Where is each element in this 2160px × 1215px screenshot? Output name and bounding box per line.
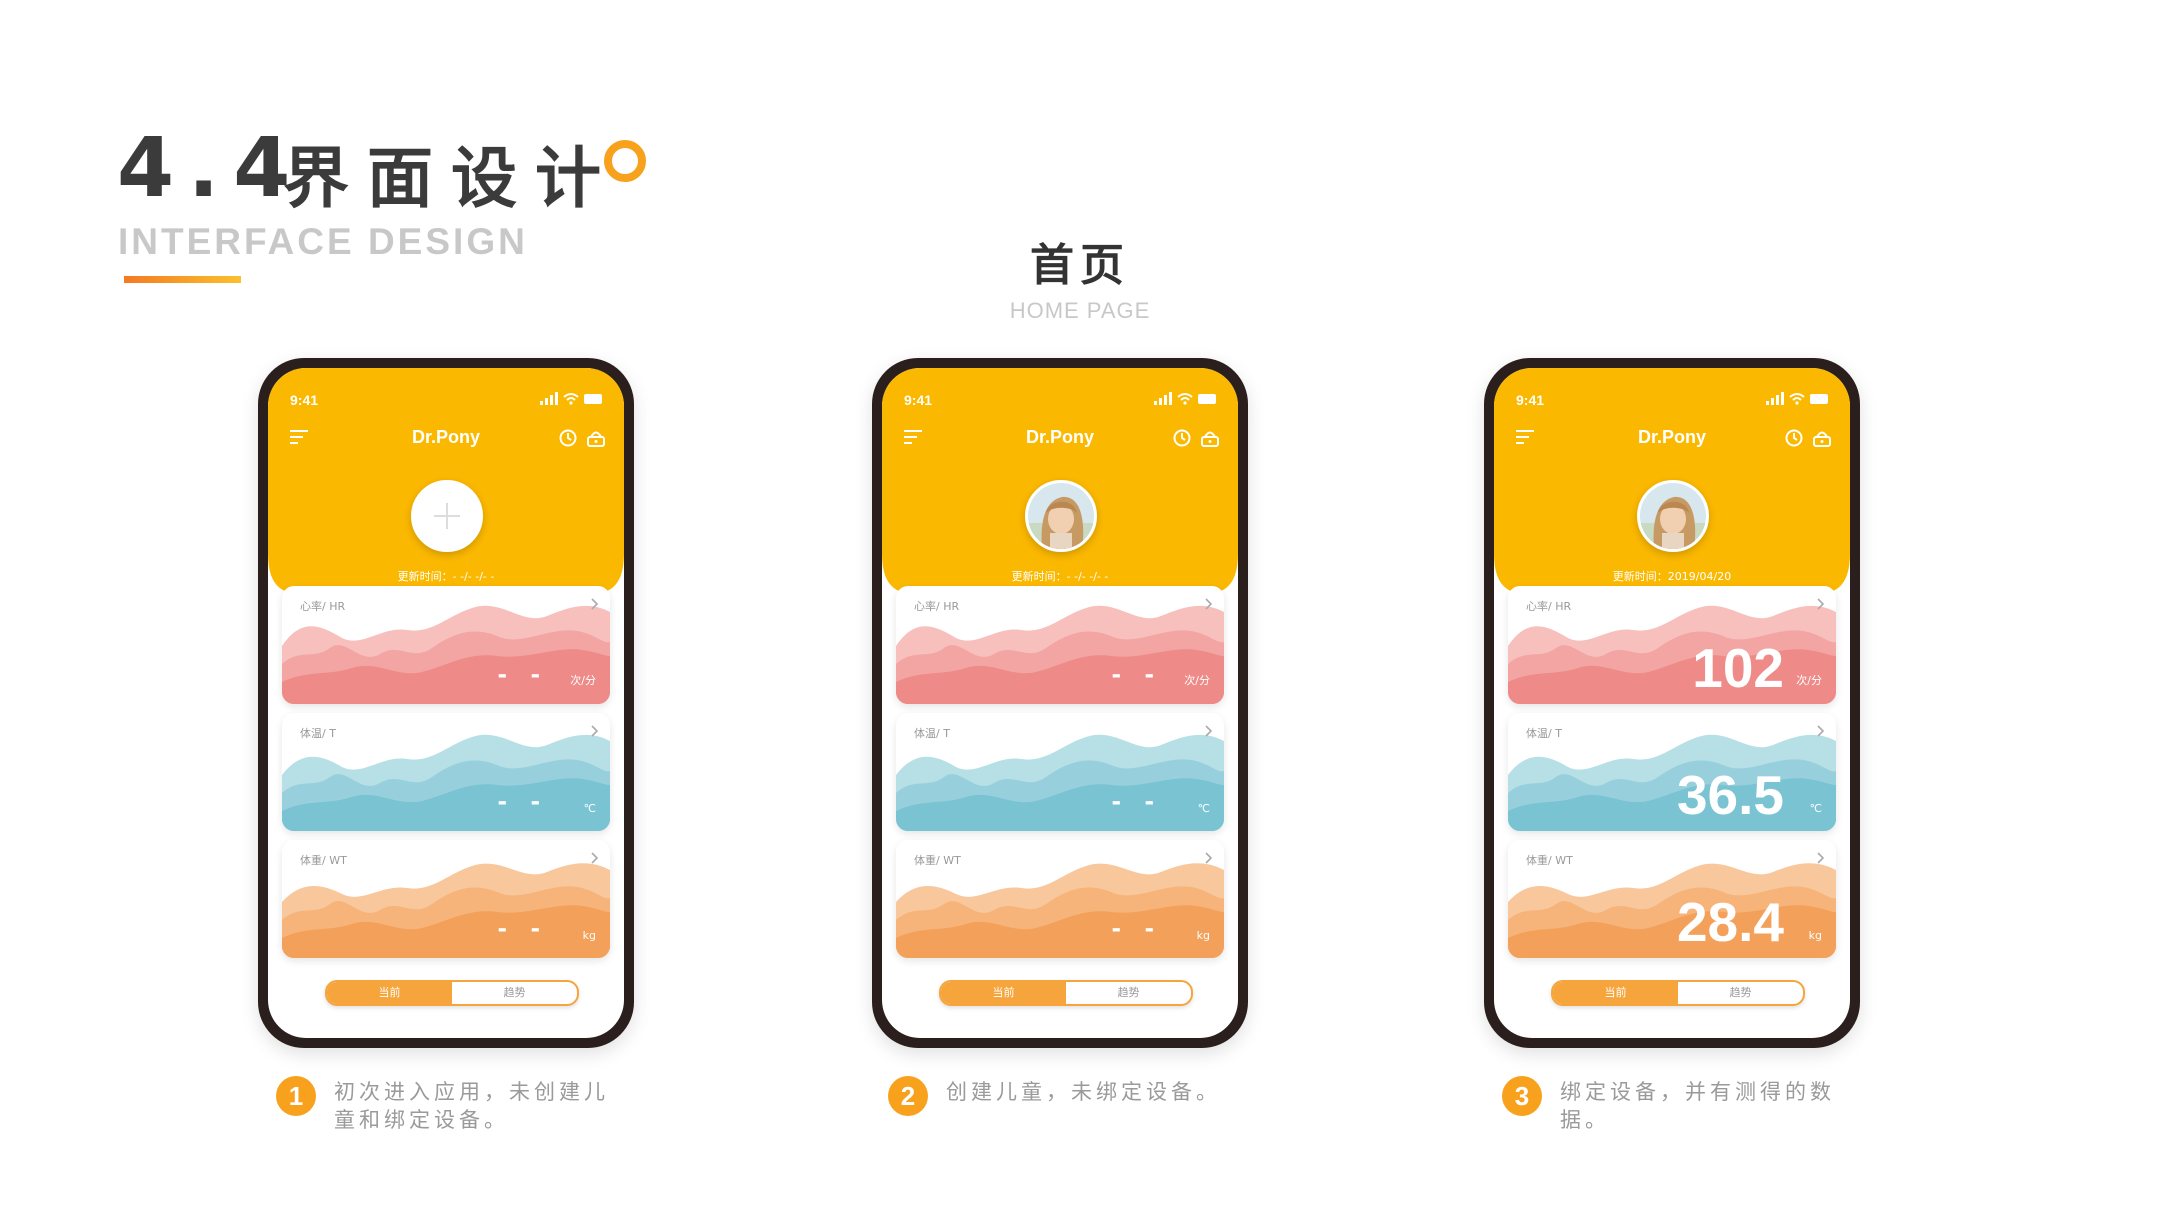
phone-screen: 9:41 Dr.Pony 更新时间：- -/- -/- - 心率/ HR - -… [268, 368, 624, 1038]
phone-mockup-3: 9:41 Dr.Pony 更新时间：2019/04/20 心率/ HR 102 … [1484, 358, 1860, 1048]
chevron-right-icon [591, 725, 599, 737]
heart-rate-label: 心率/ HR [1526, 600, 1572, 613]
chevron-right-icon [1817, 598, 1825, 610]
child-photo [1028, 483, 1094, 549]
phone-screen: 9:41 Dr.Pony 更新时间：- -/- -/- - 心率/ HR - -… [882, 368, 1238, 1038]
step-number-badge: 2 [888, 1076, 928, 1116]
update-time-label: 更新时间： [397, 570, 453, 583]
weight-value: - - [497, 912, 548, 943]
update-time: 更新时间：2019/04/20 [1494, 568, 1850, 584]
history-icon[interactable] [1172, 428, 1192, 448]
child-photo [1640, 483, 1706, 549]
heart-rate-value: - - [497, 658, 548, 689]
status-time: 9:41 [904, 392, 933, 408]
status-bar-icons [1154, 392, 1216, 405]
temperature-value: - - [497, 785, 548, 816]
weight-card[interactable]: 体重/ WT 28.4 kg [1508, 840, 1836, 958]
device-icon[interactable] [1200, 428, 1220, 448]
chevron-right-icon [1817, 852, 1825, 864]
step-description: 绑定设备，并有测得的数据。 [1560, 1080, 1835, 1132]
weight-label: 体重/ WT [914, 854, 961, 867]
heart-rate-value: 102 [1692, 637, 1784, 699]
chevron-right-icon [591, 852, 599, 864]
phone-mockup-1: 9:41 Dr.Pony 更新时间：- -/- -/- - 心率/ HR - -… [258, 358, 634, 1048]
temperature-value: - - [1111, 785, 1162, 816]
device-icon[interactable] [586, 428, 606, 448]
heart-rate-card[interactable]: 心率/ HR - - 次/分 [282, 586, 610, 704]
phone-screen: 9:41 Dr.Pony 更新时间：2019/04/20 心率/ HR 102 … [1494, 368, 1850, 1038]
step-number-badge: 1 [276, 1076, 316, 1116]
title-ring-icon [604, 140, 646, 182]
section-title: 首页 [1030, 240, 1130, 291]
update-time-label: 更新时间： [1612, 570, 1668, 583]
weight-card[interactable]: 体重/ WT - - kg [896, 840, 1224, 958]
chevron-right-icon [1205, 598, 1213, 610]
phone-mockup-2: 9:41 Dr.Pony 更新时间：- -/- -/- - 心率/ HR - -… [872, 358, 1248, 1048]
tab-trend[interactable]: 趋势 [1066, 982, 1191, 1004]
update-time-value: 2019/04/20 [1667, 570, 1732, 583]
history-icon[interactable] [1784, 428, 1804, 448]
heart-rate-value: - - [1111, 658, 1162, 689]
weight-unit: kg [582, 929, 596, 942]
weight-value: 28.4 [1676, 891, 1784, 953]
tab-current[interactable]: 当前 [1553, 982, 1678, 1004]
view-toggle: 当前 趋势 [939, 980, 1193, 1006]
view-toggle: 当前 趋势 [1551, 980, 1805, 1006]
chevron-right-icon [591, 598, 599, 610]
heart-rate-unit: 次/分 [570, 674, 596, 687]
history-icon[interactable] [558, 428, 578, 448]
child-avatar[interactable] [1637, 480, 1709, 552]
update-time-label: 更新时间： [1011, 570, 1067, 583]
section-number: 4.4 [117, 121, 305, 216]
view-toggle: 当前 趋势 [325, 980, 579, 1006]
child-avatar[interactable] [1025, 480, 1097, 552]
chevron-right-icon [1205, 852, 1213, 864]
add-child-button[interactable] [411, 480, 483, 552]
temperature-label: 体温/ T [1526, 727, 1562, 740]
device-icon[interactable] [1812, 428, 1832, 448]
temperature-card[interactable]: 体温/ T - - ℃ [282, 713, 610, 831]
temperature-card[interactable]: 体温/ T 36.5 ℃ [1508, 713, 1836, 831]
update-time: 更新时间：- -/- -/- - [268, 568, 624, 584]
status-time: 9:41 [1516, 392, 1545, 408]
temperature-value: 36.5 [1676, 764, 1784, 826]
step-number-badge: 3 [1502, 1076, 1542, 1116]
heart-rate-label: 心率/ HR [914, 600, 960, 613]
temperature-card[interactable]: 体温/ T - - ℃ [896, 713, 1224, 831]
step-description: 初次进入应用，未创建儿童和绑定设备。 [334, 1080, 609, 1132]
temperature-label: 体温/ T [914, 727, 950, 740]
weight-label: 体重/ WT [300, 854, 347, 867]
status-time: 9:41 [290, 392, 319, 408]
page-title: 界面设计 [283, 140, 619, 217]
weight-unit: kg [1196, 929, 1210, 942]
status-bar-icons [1766, 392, 1828, 405]
weight-label: 体重/ WT [1526, 854, 1573, 867]
status-bar-icons [540, 392, 602, 405]
temperature-unit: ℃ [583, 802, 596, 815]
tab-trend[interactable]: 趋势 [1678, 982, 1803, 1004]
temperature-unit: ℃ [1197, 802, 1210, 815]
weight-value: - - [1111, 912, 1162, 943]
weight-card[interactable]: 体重/ WT - - kg [282, 840, 610, 958]
step-description: 创建儿童，未绑定设备。 [946, 1080, 1221, 1104]
update-time-value: - -/- -/- - [452, 570, 495, 583]
page-header: 4.4 界面设计 INTERFACE DESIGN 首页 HOME PAGE [0, 0, 2160, 324]
heart-rate-unit: 次/分 [1184, 674, 1210, 687]
tab-trend[interactable]: 趋势 [452, 982, 577, 1004]
heart-rate-unit: 次/分 [1796, 674, 1822, 687]
update-time: 更新时间：- -/- -/- - [882, 568, 1238, 584]
temperature-label: 体温/ T [300, 727, 336, 740]
tab-current[interactable]: 当前 [327, 982, 452, 1004]
heart-rate-label: 心率/ HR [300, 600, 346, 613]
section-subtitle: HOME PAGE [1009, 298, 1151, 323]
chevron-right-icon [1817, 725, 1825, 737]
weight-unit: kg [1808, 929, 1822, 942]
temperature-unit: ℃ [1809, 802, 1822, 815]
heart-rate-card[interactable]: 心率/ HR 102 次/分 [1508, 586, 1836, 704]
update-time-value: - -/- -/- - [1066, 570, 1109, 583]
chevron-right-icon [1205, 725, 1213, 737]
tab-current[interactable]: 当前 [941, 982, 1066, 1004]
heart-rate-card[interactable]: 心率/ HR - - 次/分 [896, 586, 1224, 704]
